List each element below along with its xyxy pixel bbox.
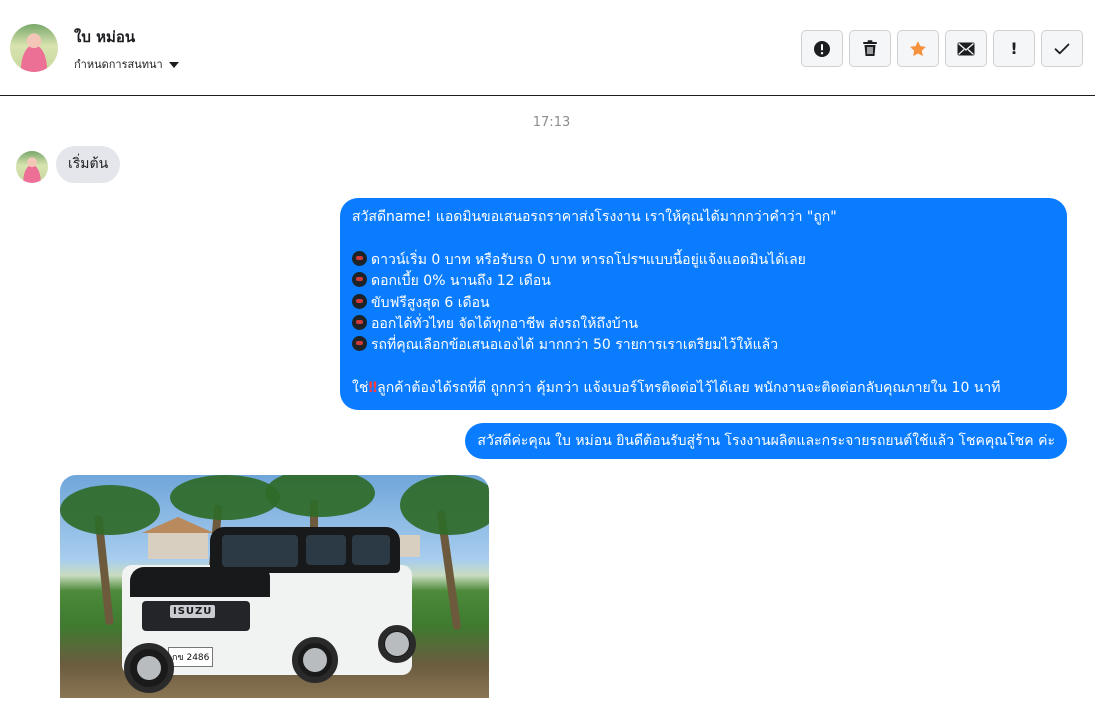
star-icon <box>909 40 927 58</box>
closing-text: ลูกค้าต้องได้รถที่ดี ถูกกว่า คุ้มกว่า แจ… <box>377 380 1001 397</box>
truck-wheel <box>124 643 174 693</box>
promo-closing: ใช่‼ลูกค้าต้องได้รถที่ดี ถูกกว่า คุ้มกว่… <box>352 378 1055 399</box>
assign-conversation-dropdown[interactable]: กำหนดการสนทนา <box>74 55 179 73</box>
mark-done-button[interactable] <box>1041 30 1083 67</box>
promo-bullet: ออกได้ทั่วไทย จัดได้ทุกอาชีพ ส่งรถให้ถึง… <box>352 314 1055 335</box>
license-plate: กข 2486 <box>168 647 214 667</box>
truck-wheel <box>378 625 416 663</box>
image-attachment-truck[interactable]: ISUZU กข 2486 <box>60 475 489 698</box>
envelope-icon <box>957 42 975 56</box>
promo-bullet: ดอกเบี้ย 0% นานถึง 12 เดือน <box>352 271 1055 292</box>
outgoing-message-promo[interactable]: สวัสดีname! แอดมินขอเสนอรถราคาส่งโรงงาน … <box>340 198 1067 410</box>
contact-name[interactable]: ใบ หม่อน <box>74 25 135 49</box>
promo-bullet-text: ออกได้ทั่วไทย จัดได้ทุกอาชีพ ส่งรถให้ถึง… <box>371 316 639 333</box>
bus-icon <box>352 336 367 352</box>
exclamation-icon: ! <box>1010 39 1018 58</box>
truck-side-window <box>306 535 346 565</box>
conversation-header: ใบ หม่อน กำหนดการสนทนา ! <box>0 0 1095 96</box>
line-spacer <box>352 228 1055 249</box>
line-spacer <box>352 357 1055 378</box>
bus-icon <box>352 293 367 309</box>
double-exclamation-icon: ‼ <box>368 380 378 397</box>
closing-prefix: ใช่ <box>352 380 369 397</box>
outgoing-message-welcome[interactable]: สวัสดีค่ะคุณ ใบ หม่อน ยินดีต้อนรับสู่ร้า… <box>465 423 1067 459</box>
follow-up-button[interactable]: ! <box>993 30 1035 67</box>
mark-spam-button[interactable] <box>801 30 843 67</box>
truck-side-window <box>352 535 390 565</box>
delete-button[interactable] <box>849 30 891 67</box>
caret-down-icon <box>168 61 179 68</box>
promo-bullet: ดาวน์เริ่ม 0 บาท หรือรับรถ 0 บาท หารถโปร… <box>352 250 1055 271</box>
truck-hood <box>130 567 270 597</box>
brand-logo: ISUZU <box>170 605 216 618</box>
check-icon <box>1054 43 1070 55</box>
truck-windshield <box>222 535 298 567</box>
promo-bullet: รถที่คุณเลือกข้อเสนอเองได้ มากกว่า 50 รา… <box>352 335 1055 356</box>
bus-icon <box>352 315 367 331</box>
alert-circle-icon <box>813 40 831 58</box>
contact-avatar[interactable] <box>10 24 58 72</box>
header-toolbar: ! <box>801 30 1083 67</box>
promo-bullet: ขับฟรีสูงสุด 6 เดือน <box>352 293 1055 314</box>
truck-wheel <box>292 637 338 683</box>
palm-leaves <box>60 485 160 535</box>
sender-avatar <box>16 151 48 183</box>
promo-greeting: สวัสดีname! แอดมินขอเสนอรถราคาส่งโรงงาน … <box>352 209 837 225</box>
mark-unread-button[interactable] <box>945 30 987 67</box>
trash-icon <box>862 40 878 57</box>
promo-bullet-text: ดอกเบี้ย 0% นานถึง 12 เดือน <box>371 273 551 290</box>
palm-leaves <box>400 475 489 535</box>
bus-icon <box>352 272 367 288</box>
incoming-message[interactable]: เริ่มต้น <box>56 146 121 183</box>
message-timestamp: 17:13 <box>532 115 571 130</box>
promo-bullet-text: ดาวน์เริ่ม 0 บาท หรือรับรถ 0 บาท หารถโปร… <box>371 251 806 268</box>
bus-icon <box>352 250 367 266</box>
promo-bullet-text: ขับฟรีสูงสุด 6 เดือน <box>371 294 490 311</box>
palm-leaves <box>265 475 375 517</box>
star-button[interactable] <box>897 30 939 67</box>
promo-bullet-text: รถที่คุณเลือกข้อเสนอเองได้ มากกว่า 50 รา… <box>371 337 779 354</box>
house-shape <box>148 533 208 559</box>
assign-conversation-label: กำหนดการสนทนา <box>74 58 163 71</box>
palm-leaves <box>170 475 280 520</box>
